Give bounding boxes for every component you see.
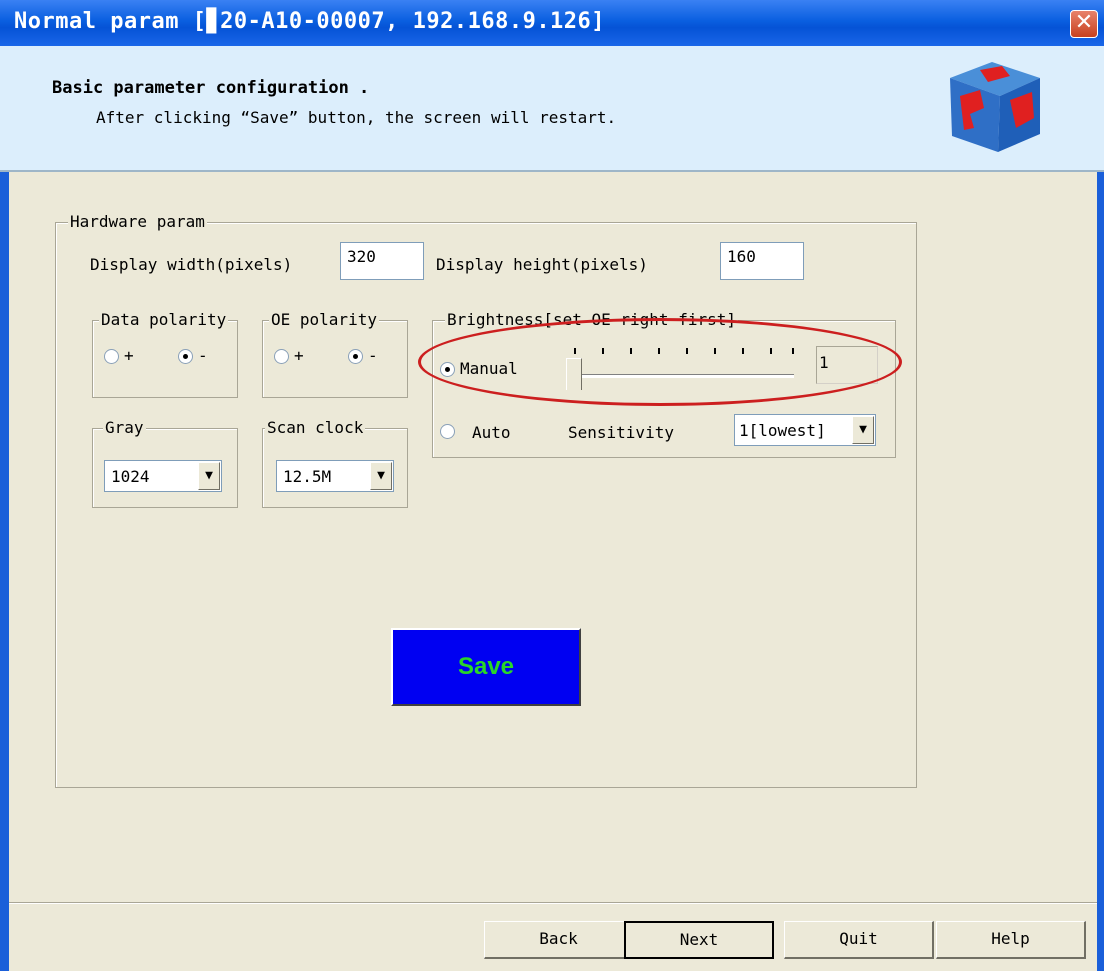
sensitivity-label: Sensitivity xyxy=(568,423,674,442)
oe-polarity-plus-radio[interactable] xyxy=(274,349,289,364)
title-bar[interactable]: Normal param [▊20-A10-00007, 192.168.9.1… xyxy=(0,0,1104,46)
quit-button[interactable]: Quit xyxy=(784,921,934,959)
next-button[interactable]: Next xyxy=(624,921,774,959)
hardware-param-label: Hardware param xyxy=(68,212,207,231)
sensitivity-select[interactable]: 1[lowest] ▼ xyxy=(734,414,876,446)
help-button[interactable]: Help xyxy=(936,921,1086,959)
data-polarity-plus-label: + xyxy=(124,346,134,365)
chevron-down-icon[interactable]: ▼ xyxy=(852,416,874,444)
display-width-input[interactable]: 320 xyxy=(340,242,424,280)
save-button[interactable]: Save xyxy=(391,628,581,706)
gray-select-value: 1024 xyxy=(111,467,150,486)
gray-label: Gray xyxy=(103,418,146,437)
close-button[interactable]: ✕ xyxy=(1070,10,1098,38)
data-polarity-label: Data polarity xyxy=(99,310,229,329)
chevron-down-icon[interactable]: ▼ xyxy=(198,462,220,490)
window-frame-left xyxy=(0,46,9,971)
wizard-header: Basic parameter configuration . After cl… xyxy=(0,46,1104,172)
dialog-window: Normal param [▊20-A10-00007, 192.168.9.1… xyxy=(0,0,1104,971)
window-frame-right xyxy=(1097,46,1104,971)
header-title: Basic parameter configuration . xyxy=(52,78,370,98)
cube-logo-icon xyxy=(950,62,1040,152)
oe-polarity-plus-label: + xyxy=(294,346,304,365)
display-height-label: Display height(pixels) xyxy=(436,255,648,274)
scan-clock-label: Scan clock xyxy=(265,418,366,437)
oe-polarity-label: OE polarity xyxy=(269,310,379,329)
oe-polarity-minus-label: - xyxy=(368,346,378,365)
data-polarity-plus-radio[interactable] xyxy=(104,349,119,364)
data-polarity-minus-label: - xyxy=(198,346,208,365)
scan-clock-select[interactable]: 12.5M ▼ xyxy=(276,460,394,492)
back-button[interactable]: Back xyxy=(484,921,634,959)
oe-polarity-minus-radio[interactable] xyxy=(348,349,363,364)
display-height-input[interactable]: 160 xyxy=(720,242,804,280)
gray-select[interactable]: 1024 ▼ xyxy=(104,460,222,492)
brightness-auto-label: Auto xyxy=(472,423,511,442)
data-polarity-minus-radio[interactable] xyxy=(178,349,193,364)
window-title: Normal param [▊20-A10-00007, 192.168.9.1… xyxy=(14,9,606,34)
chevron-down-icon[interactable]: ▼ xyxy=(370,462,392,490)
footer-divider xyxy=(9,902,1097,904)
sensitivity-select-value: 1[lowest] xyxy=(739,421,826,440)
close-icon: ✕ xyxy=(1074,10,1094,35)
display-width-label: Display width(pixels) xyxy=(90,255,293,274)
header-subtitle: After clicking “Save” button, the screen… xyxy=(96,108,617,127)
highlight-ellipse xyxy=(418,318,902,406)
scan-clock-select-value: 12.5M xyxy=(283,467,332,486)
brightness-auto-radio[interactable] xyxy=(440,424,455,439)
